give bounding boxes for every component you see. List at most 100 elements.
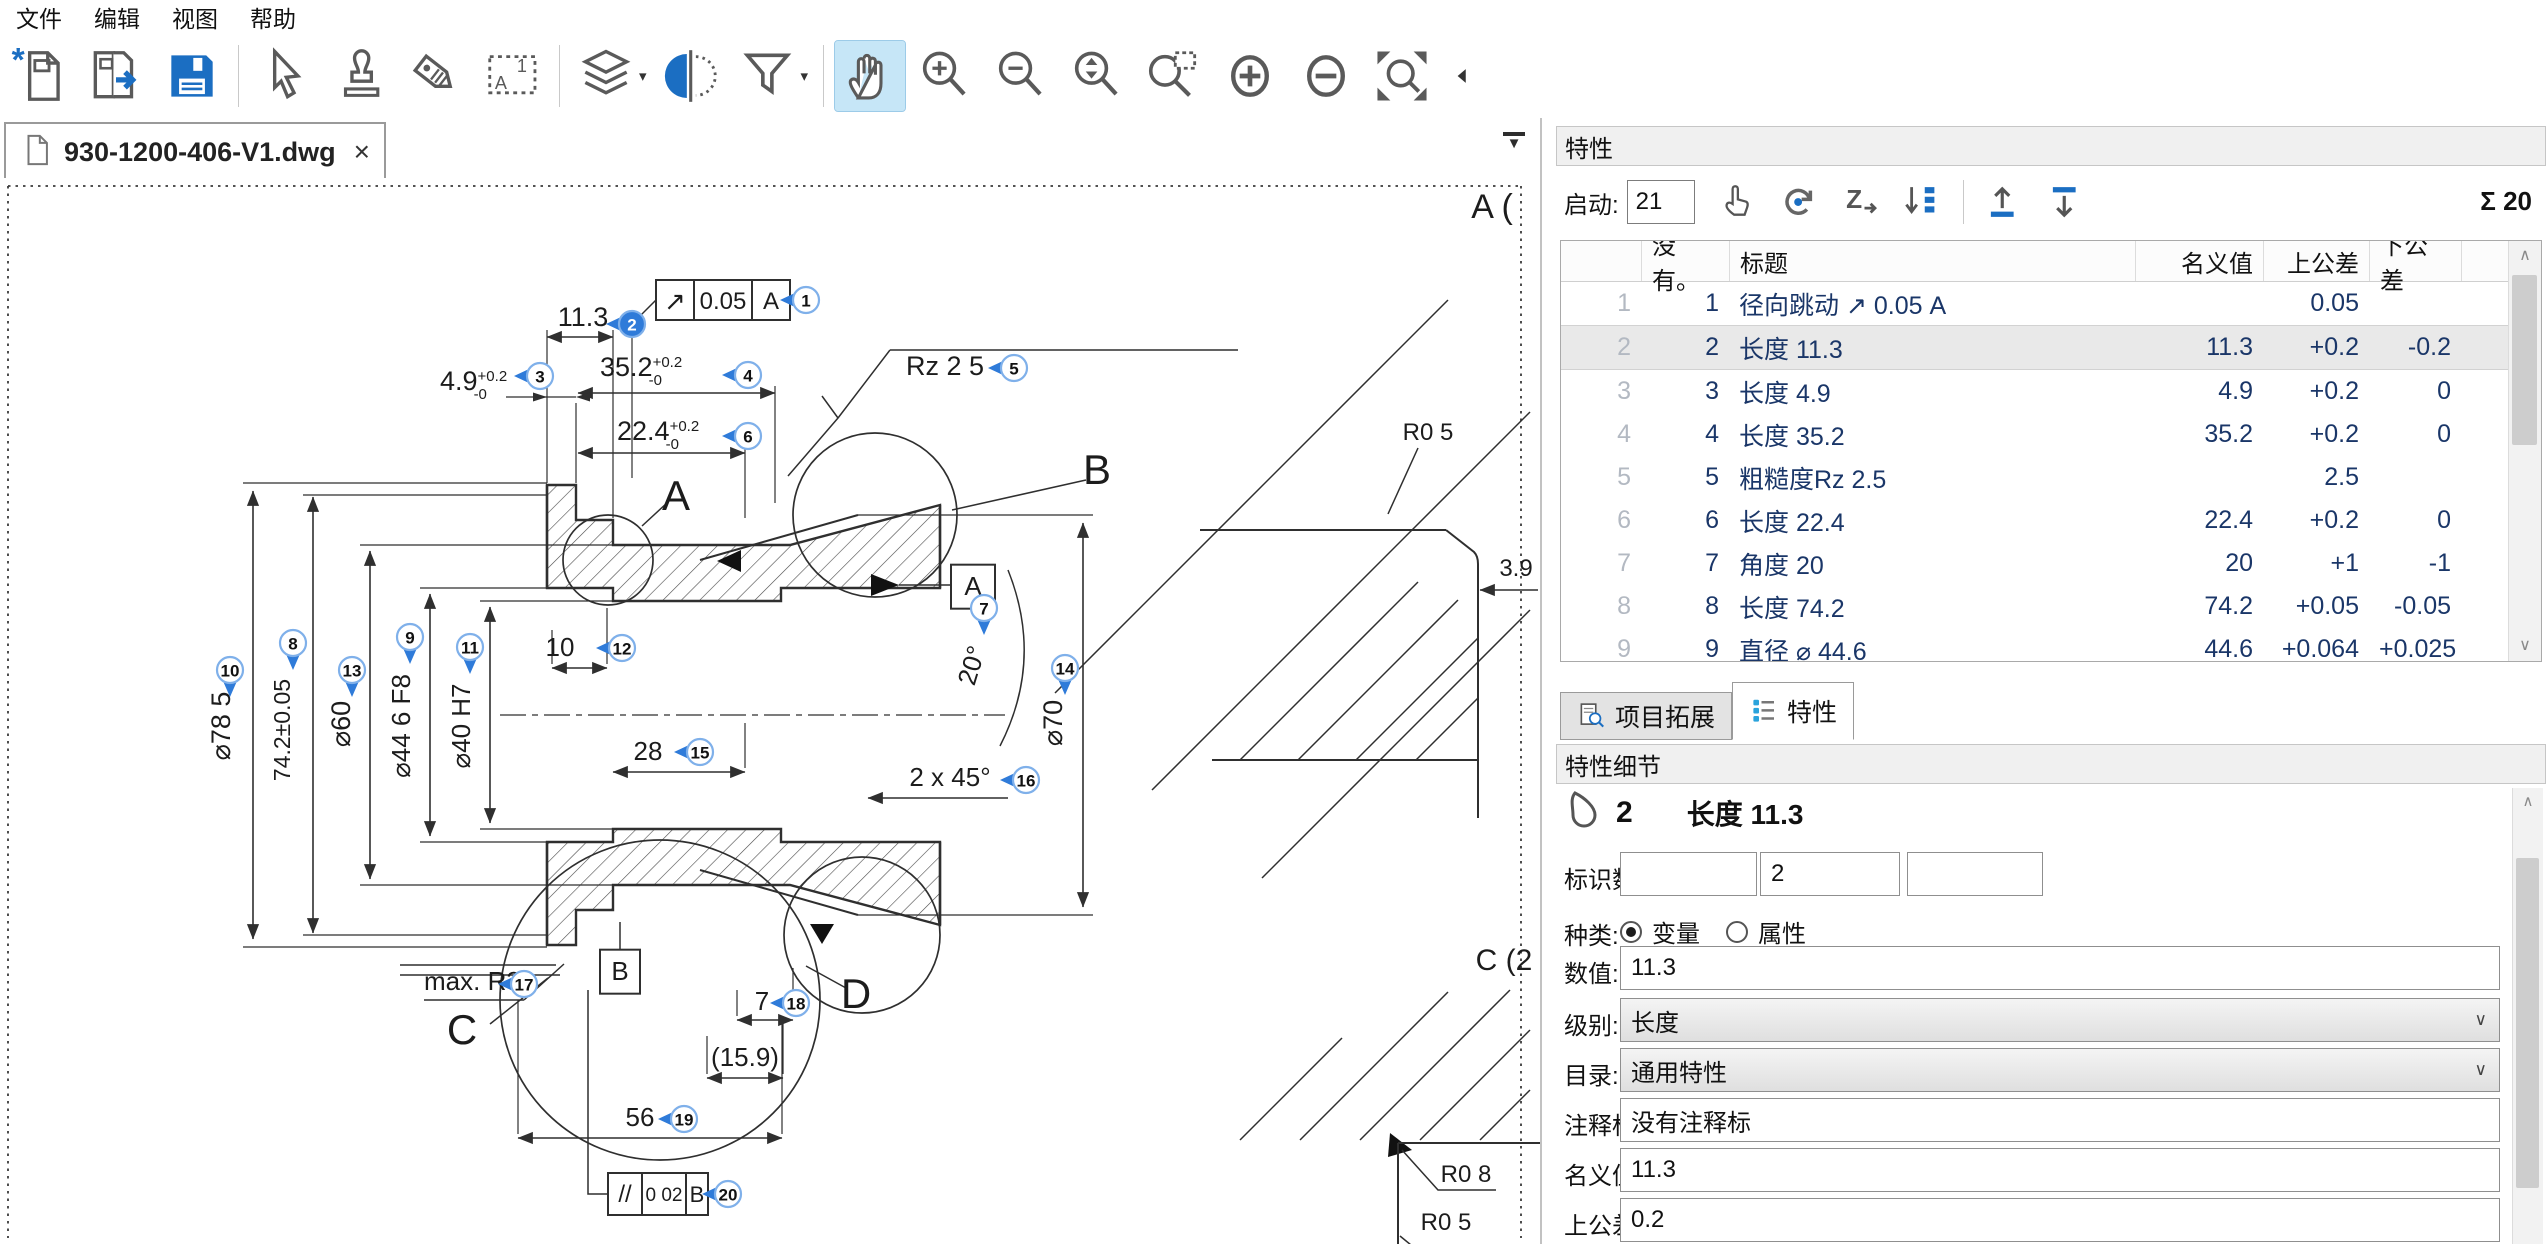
table-row[interactable]: 22长度 11.311.3+0.2-0.2 (1561, 325, 2509, 370)
text-input-名义值:[interactable]: 11.3 (1620, 1148, 2500, 1192)
balloon-18[interactable]: 18 (770, 990, 809, 1016)
table-row[interactable]: 88长度 74.274.2+0.05-0.05 (1561, 585, 2509, 628)
table-cell: +0.064 (2263, 635, 2369, 661)
column-header[interactable]: 名义值 (2135, 241, 2263, 281)
text-input-注释标:[interactable]: 没有注释标 (1620, 1098, 2500, 1142)
balloon-19[interactable]: 19 (658, 1106, 697, 1132)
table-row[interactable]: 11径向跳动 ↗ 0.05 A0.05 (1561, 282, 2509, 325)
panel-tab-特性[interactable]: 特性 (1732, 682, 1854, 740)
panel-tab-项目拓展[interactable]: 项目拓展 (1560, 692, 1732, 740)
mirror-button[interactable] (657, 41, 727, 111)
hand-pointer-button[interactable] (1712, 177, 1762, 227)
start-label: 启动: (1564, 185, 1619, 220)
menu-item-编辑[interactable]: 编辑 (78, 0, 156, 36)
select-cursor-button[interactable] (250, 41, 320, 111)
zoom-fit-button[interactable] (1367, 41, 1437, 111)
collapse-left-button[interactable] (1443, 57, 1481, 95)
increase-button[interactable] (1215, 41, 1285, 111)
table-cell: 2 (1641, 333, 1729, 362)
balloon-8[interactable]: 8 (280, 630, 306, 670)
table-row[interactable]: 33长度 4.94.9+0.20 (1561, 370, 2509, 413)
new-document-button[interactable]: * (5, 41, 75, 111)
radio-变量[interactable] (1620, 921, 1642, 943)
scrollbar-thumb[interactable] (2512, 275, 2537, 445)
column-header[interactable]: 下公差 (2369, 241, 2461, 281)
scroll-down-icon[interactable]: ∨ (2509, 631, 2541, 661)
move-bottom-button[interactable] (2041, 177, 2091, 227)
balloon-12[interactable]: 12 (596, 635, 635, 661)
drawing-canvas[interactable]: 11.34.9+0.2-035.2+0.2-022.4+0.2-0Rz 2 5↗… (0, 178, 1540, 1244)
id-count-input[interactable]: 2 (1760, 852, 1900, 896)
menu-item-文件[interactable]: 文件 (0, 0, 78, 36)
balloon-15[interactable]: 15 (674, 739, 713, 765)
text-input-数值:[interactable]: 11.3 (1620, 946, 2500, 990)
zoom-window-button[interactable] (1139, 41, 1209, 111)
scroll-up-icon[interactable]: ∧ (2509, 241, 2541, 271)
balloon-2[interactable]: 2 (606, 311, 645, 337)
balloon-1[interactable]: 1 (780, 287, 819, 313)
move-top-button[interactable] (1979, 177, 2029, 227)
details-scrollbar[interactable]: ∧ (2512, 788, 2543, 1244)
table-row[interactable]: 66长度 22.422.4+0.20 (1561, 499, 2509, 542)
z-order-button[interactable]: Z (1836, 177, 1886, 227)
text-input-上公差:[interactable]: 0.2 (1620, 1198, 2500, 1242)
scrollbar-thumb[interactable] (2516, 858, 2539, 1188)
document-tab[interactable]: 930-1200-406-V1.dwg × (4, 122, 386, 180)
menu-item-帮助[interactable]: 帮助 (234, 0, 312, 36)
balloon-16[interactable]: 16 (1000, 767, 1039, 793)
dropdown-caret-icon: ▾ (639, 67, 647, 85)
table-cell: 22.4 (2135, 506, 2263, 535)
select-级别:[interactable]: 长度∨ (1620, 998, 2500, 1042)
filter-button[interactable]: ▾ (733, 41, 813, 111)
zoom-in-button[interactable] (911, 41, 981, 111)
svg-text:2: 2 (627, 316, 636, 335)
column-header[interactable] (1561, 241, 1641, 281)
layers-button[interactable]: ▾ (571, 41, 651, 111)
stamp-button[interactable] (326, 41, 396, 111)
balloon-9[interactable]: 9 (397, 624, 423, 664)
balloon-5[interactable]: 5 (988, 355, 1027, 381)
svg-text:⌀60: ⌀60 (326, 701, 356, 747)
balloon-7[interactable]: 7 (971, 595, 997, 635)
scroll-up-icon[interactable]: ∧ (2513, 788, 2543, 816)
menu-item-视图[interactable]: 视图 (156, 0, 234, 36)
balloon-6[interactable]: 6 (722, 423, 761, 449)
table-row[interactable]: 55粗糙度Rz 2.52.5 (1561, 456, 2509, 499)
refresh-button[interactable] (1774, 177, 1824, 227)
balloon-11[interactable]: 11 (457, 634, 483, 674)
column-header[interactable]: 标题 (1729, 241, 2135, 281)
svg-text:56: 56 (626, 1102, 655, 1132)
renumber-button[interactable] (1898, 177, 1948, 227)
details-panel-titlebar: 特性细节 ▼ × (1556, 744, 2546, 784)
balloon-14[interactable]: 14 (1052, 655, 1078, 695)
balloon-3[interactable]: 3 (514, 363, 553, 389)
decrease-button[interactable] (1291, 41, 1361, 111)
table-cell: 0 (2369, 506, 2461, 535)
balloon-10[interactable]: 10 (217, 657, 243, 697)
radio-属性[interactable] (1726, 921, 1748, 943)
id-count-input[interactable] (1907, 852, 2043, 896)
save-button[interactable] (157, 41, 227, 111)
open-document-button[interactable] (81, 41, 151, 111)
pan-hand-button[interactable] (835, 41, 905, 111)
balloon-13[interactable]: 13 (339, 657, 365, 697)
close-tab-icon[interactable]: × (354, 136, 370, 168)
table-cell: 4.9 (2135, 377, 2263, 406)
partial-stamp-button[interactable]: 1A (478, 41, 548, 111)
column-header[interactable]: 没有。 (1641, 241, 1729, 281)
zoom-vertical-button[interactable] (1063, 41, 1133, 111)
table-row[interactable]: 77角度 2020+1-1 (1561, 542, 2509, 585)
tab-overflow-button[interactable]: ▼ (1497, 132, 1531, 149)
column-header[interactable]: 上公差 (2263, 241, 2369, 281)
select-目录:[interactable]: 通用特性∨ (1620, 1048, 2500, 1092)
table-row[interactable]: 44长度 35.235.2+0.20 (1561, 413, 2509, 456)
start-input[interactable] (1627, 180, 1695, 224)
zoom-out-button[interactable] (987, 41, 1057, 111)
svg-text:1: 1 (801, 292, 810, 311)
table-row[interactable]: 99直径 ⌀ 44.644.6+0.064+0.025 (1561, 628, 2509, 661)
field-label: 级别: (1564, 1006, 1619, 1041)
balloon-4[interactable]: 4 (722, 362, 761, 388)
tag-button[interactable] (402, 41, 472, 111)
id-count-input[interactable] (1620, 852, 1757, 896)
table-scrollbar[interactable]: ∧ ∨ (2508, 241, 2541, 661)
